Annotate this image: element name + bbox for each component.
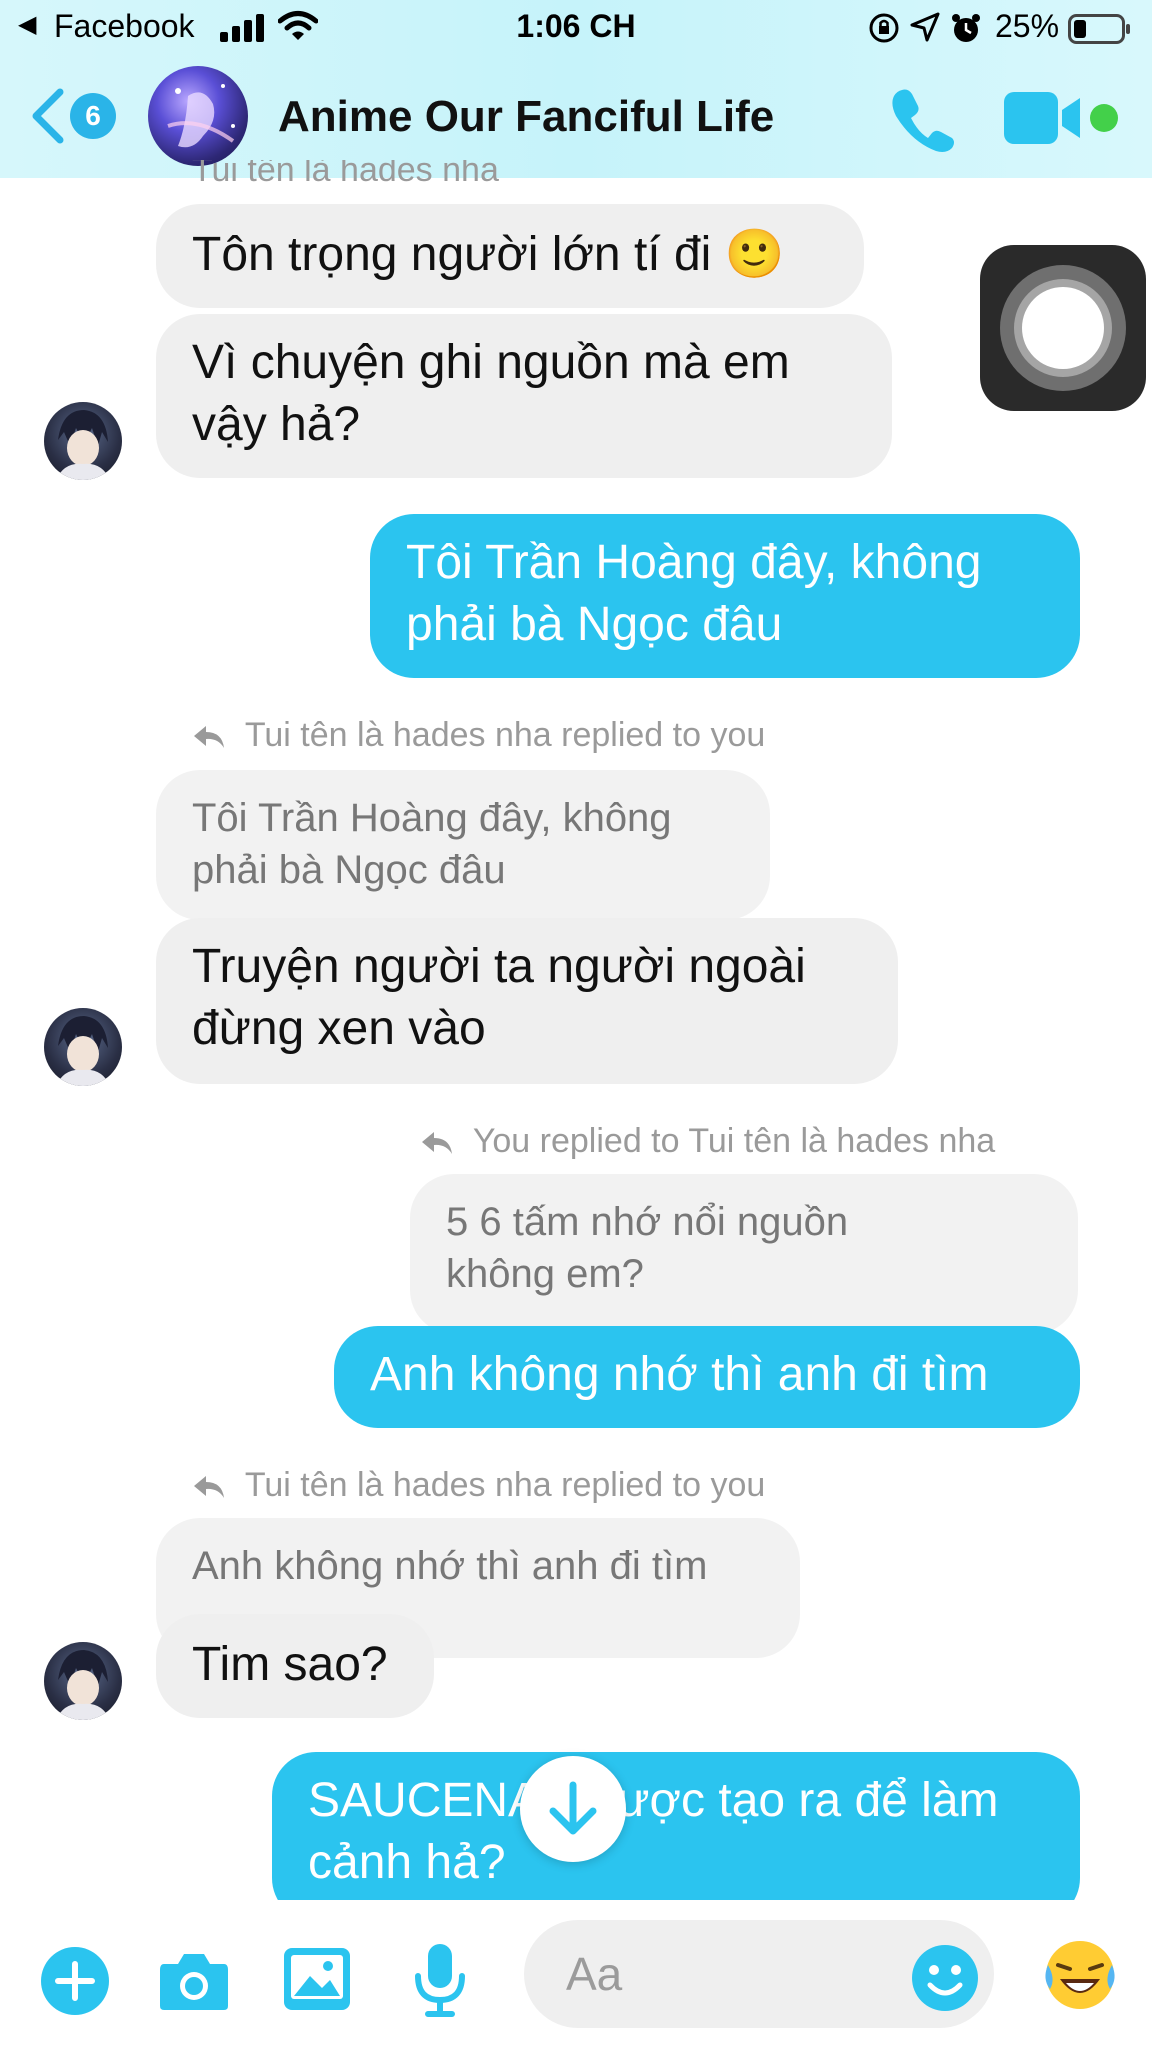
reply-arrow-icon: [194, 726, 224, 749]
reply-meta-text: You replied to Tui tên là hades nha: [472, 1122, 996, 1160]
group-avatar[interactable]: [148, 66, 248, 166]
conversation-title[interactable]: Anime Our Fanciful Life: [278, 92, 774, 142]
incoming-message[interactable]: Truyện người ta người ngoài đừng xen vào: [156, 918, 898, 1084]
plus-icon[interactable]: [40, 1946, 110, 2016]
message-text-line: cảnh hả?: [308, 1836, 506, 1889]
reply-arrow-icon: [194, 1476, 224, 1499]
message-text: Tôn trọng người lớn tí đi 🙂: [192, 228, 785, 281]
phone-icon[interactable]: [888, 84, 958, 154]
message-text: Tim sao?: [192, 1638, 388, 1691]
quoted-text-line: Tôi Trần Hoàng đây, không: [192, 796, 672, 840]
image-icon[interactable]: [282, 1946, 352, 2012]
incoming-message[interactable]: Vì chuyện ghi nguồn mà em vậy hả?: [156, 314, 892, 478]
reply-meta: You replied to Tui tên là hades nha: [420, 1122, 995, 1161]
lock-rotation-icon: [869, 13, 899, 43]
reply-meta-text: Tui tên là hades nha replied to you: [244, 716, 766, 754]
battery-icon: [1068, 14, 1130, 44]
message-text-line: vậy hả?: [192, 398, 361, 451]
quoted-message[interactable]: Tôi Trần Hoàng đây, không phải bà Ngọc đ…: [156, 770, 770, 920]
quoted-text: Anh không nhớ thì anh đi tìm: [192, 1544, 708, 1588]
outgoing-message[interactable]: Anh không nhớ thì anh đi tìm: [334, 1326, 1080, 1428]
message-text: Anh không nhớ thì anh đi tìm: [370, 1348, 989, 1401]
incoming-message[interactable]: Tim sao?: [156, 1614, 434, 1718]
unread-count-badge: 6: [70, 93, 116, 139]
reply-meta: Tui tên là hades nha replied to you: [192, 716, 765, 755]
reply-meta: Tui tên là hades nha replied to you: [192, 1466, 765, 1505]
message-text-line: Truyện người ta người ngoài: [192, 940, 806, 993]
sender-avatar-art: [56, 410, 110, 480]
reply-meta-cut: Tui tên là hades nha: [192, 160, 499, 190]
quoted-message[interactable]: 5 6 tấm nhớ nổi nguồn không em?: [410, 1174, 1078, 1334]
quoted-text-line: phải bà Ngọc đâu: [192, 848, 506, 892]
active-status-dot: [1090, 104, 1118, 132]
reply-arrow-icon: [422, 1132, 452, 1155]
message-text-line: đừng xen vào: [192, 1002, 486, 1055]
status-bar: ◀ Facebook 1:06 CH 25%: [0, 0, 1152, 60]
smiley-icon[interactable]: [910, 1943, 980, 2013]
incoming-message[interactable]: Tôn trọng người lớn tí đi 🙂: [156, 204, 864, 308]
arrow-down-icon: [549, 1781, 597, 1835]
back-chevron-icon: [32, 88, 64, 144]
alarm-icon: [952, 14, 980, 42]
battery-percent: 25%: [995, 8, 1060, 44]
scroll-to-bottom-button[interactable]: [520, 1756, 626, 1862]
reply-meta-text: Tui tên là hades nha replied to you: [244, 1466, 766, 1504]
sender-avatar[interactable]: [44, 1642, 122, 1720]
sender-avatar-art: [56, 1650, 110, 1720]
reply-meta-text: Tui tên là hades nha: [192, 160, 499, 189]
microphone-icon[interactable]: [412, 1942, 468, 2018]
back-button[interactable]: 6: [30, 88, 122, 144]
quoted-text-line: 5 6 tấm nhớ nổi nguồn: [446, 1200, 849, 1244]
outgoing-message[interactable]: SAUCENAO được tạo ra để làm cảnh hả?: [272, 1752, 1080, 1922]
outgoing-message[interactable]: Tôi Trần Hoàng đây, không phải bà Ngọc đ…: [370, 514, 1080, 678]
assistive-ring-inner: [1022, 287, 1104, 369]
message-text-line: Vì chuyện ghi nguồn mà em: [192, 336, 790, 389]
group-avatar-art: [167, 84, 235, 148]
video-camera-icon[interactable]: [1004, 92, 1084, 144]
camera-icon[interactable]: [158, 1950, 230, 2012]
sender-avatar-art: [56, 1016, 110, 1086]
location-icon: [910, 12, 940, 42]
message-text-line: SAUCENAO được tạo ra để làm: [308, 1774, 999, 1827]
laughing-emoji-icon[interactable]: [1040, 1935, 1120, 2015]
sender-avatar[interactable]: [44, 1008, 122, 1086]
sender-avatar[interactable]: [44, 402, 122, 480]
message-text-line: Tôi Trần Hoàng đây, không: [406, 536, 982, 589]
assistive-touch-button[interactable]: [980, 245, 1146, 411]
message-text-line: phải bà Ngọc đâu: [406, 598, 783, 651]
quoted-text-line: không em?: [446, 1252, 644, 1296]
